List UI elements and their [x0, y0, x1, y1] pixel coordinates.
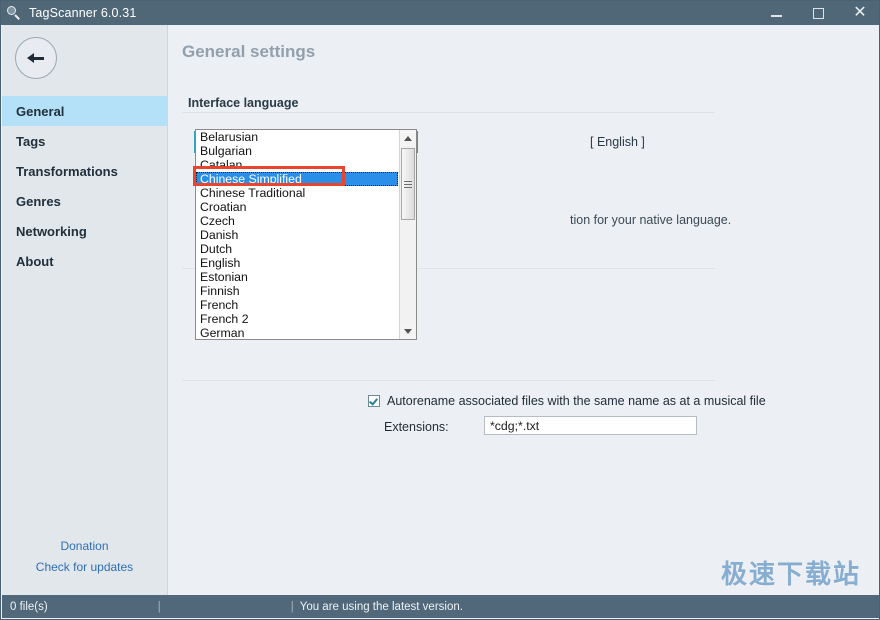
- list-item[interactable]: Croatian: [196, 200, 399, 214]
- check-for-updates-link[interactable]: Check for updates: [2, 557, 167, 578]
- chevron-down-icon: [404, 328, 412, 334]
- list-item[interactable]: Danish: [196, 228, 399, 242]
- chevron-up-icon: [404, 135, 412, 141]
- back-button[interactable]: [15, 37, 57, 79]
- status-message: You are using the latest version.: [299, 600, 463, 613]
- sidebar-item-networking[interactable]: Networking: [2, 216, 167, 246]
- sidebar: General Tags Transformations Genres Netw…: [2, 25, 168, 596]
- list-item-selected[interactable]: Chinese Simplified: [196, 172, 398, 186]
- maximize-icon: [812, 7, 824, 19]
- autorename-row[interactable]: Autorename associated files with the sam…: [368, 394, 766, 408]
- arrow-left-icon: [26, 51, 46, 65]
- list-item[interactable]: Finnish: [196, 284, 399, 298]
- section-title-interface-language: Interface language: [188, 96, 307, 110]
- application-window: TagScanner 6.0.31 ✕ General Tags Transfo…: [0, 0, 880, 620]
- sidebar-item-transformations[interactable]: Transformations: [2, 156, 167, 186]
- sidebar-item-label: General: [16, 103, 65, 119]
- scroll-up-button[interactable]: [400, 130, 416, 146]
- list-item[interactable]: French: [196, 298, 399, 312]
- status-bar: 0 file(s) | | You are using the latest v…: [2, 595, 879, 618]
- maximize-button[interactable]: [797, 1, 839, 25]
- close-icon: ✕: [853, 3, 867, 21]
- section-divider-bottom: [182, 380, 715, 381]
- language-dropdown-list[interactable]: Belarusian Bulgarian Catalan Chinese Sim…: [195, 129, 417, 340]
- language-code-label: [ English ]: [590, 135, 645, 149]
- extensions-input[interactable]: [484, 416, 697, 435]
- page-title: General settings: [182, 42, 316, 61]
- list-item[interactable]: English: [196, 256, 399, 270]
- extensions-label: Extensions:: [384, 420, 449, 434]
- sidebar-item-label: Tags: [16, 133, 46, 149]
- scrollbar-thumb[interactable]: [401, 148, 415, 220]
- sidebar-footer: Donation Check for updates: [2, 536, 167, 578]
- sidebar-item-label: Genres: [16, 193, 61, 209]
- list-item[interactable]: French 2: [196, 312, 399, 326]
- sidebar-item-general[interactable]: General: [2, 96, 167, 126]
- list-item[interactable]: Czech: [196, 214, 399, 228]
- list-item[interactable]: Estonian: [196, 270, 399, 284]
- close-button[interactable]: ✕: [839, 1, 879, 25]
- list-item[interactable]: Catalan: [196, 158, 399, 172]
- sidebar-item-about[interactable]: About: [2, 246, 167, 276]
- window-title: TagScanner 6.0.31: [29, 6, 137, 20]
- list-item[interactable]: German: [196, 326, 399, 339]
- sidebar-nav: General Tags Transformations Genres Netw…: [2, 96, 167, 276]
- language-dropdown-items: Belarusian Bulgarian Catalan Chinese Sim…: [196, 130, 399, 339]
- magnifier-icon: [1, 1, 25, 25]
- translation-help-text: tion for your native language.: [570, 213, 732, 227]
- donation-link[interactable]: Donation: [2, 536, 167, 557]
- sidebar-item-label: Networking: [16, 223, 87, 239]
- autorename-label: Autorename associated files with the sam…: [387, 394, 766, 408]
- minimize-icon: [770, 15, 782, 17]
- watermark: 极速下载站: [720, 560, 861, 590]
- status-separator-2: |: [290, 600, 294, 613]
- sidebar-item-label: About: [16, 253, 54, 269]
- list-item[interactable]: Belarusian: [196, 130, 399, 144]
- grip-icon: [404, 179, 412, 190]
- sidebar-item-tags[interactable]: Tags: [2, 126, 167, 156]
- scroll-down-button[interactable]: [400, 323, 416, 339]
- section-divider-top: [182, 112, 715, 113]
- status-separator-1: |: [157, 600, 161, 613]
- minimize-button[interactable]: [755, 1, 797, 25]
- autorename-checkbox[interactable]: [368, 395, 380, 407]
- sidebar-item-label: Transformations: [16, 163, 118, 179]
- status-file-count: 0 file(s): [10, 600, 48, 613]
- list-item[interactable]: Chinese Traditional: [196, 186, 399, 200]
- sidebar-item-genres[interactable]: Genres: [2, 186, 167, 216]
- check-icon: [369, 396, 378, 406]
- list-item[interactable]: Bulgarian: [196, 144, 399, 158]
- title-bar: TagScanner 6.0.31 ✕: [1, 1, 879, 25]
- list-item[interactable]: Dutch: [196, 242, 399, 256]
- dropdown-scrollbar[interactable]: [399, 130, 416, 339]
